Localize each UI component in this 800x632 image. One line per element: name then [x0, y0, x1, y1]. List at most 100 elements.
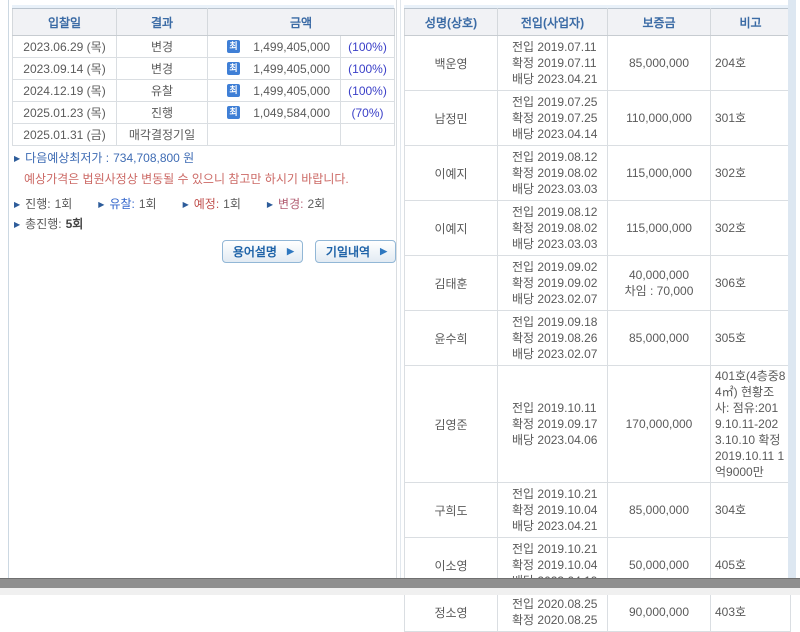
tenant-dates-cell: 전입 2019.08.12확정 2019.08.02배당 2023.03.03: [498, 146, 608, 201]
tenant-date-line: 확정 2020.08.25: [512, 612, 607, 628]
bid-result-cell: 유찰: [117, 80, 208, 102]
highest-bid-badge-icon: 최: [227, 62, 240, 75]
next-min-price-line: ▶다음예상최저가 :734,708,800 원: [14, 149, 194, 166]
bullet-icon: ▶: [98, 200, 104, 209]
tenant-deposit-line: 115,000,000: [608, 220, 710, 236]
tenant-table-row: 김영준전입 2019.10.11확정 2019.09.17배당 2023.04.…: [405, 366, 791, 483]
tenant-deposit-line: 85,000,000: [608, 502, 710, 518]
tenant-deposit-cell: 170,000,000: [608, 366, 711, 483]
highest-bid-badge-icon: 최: [227, 84, 240, 97]
bid-amount-wrap: 최1,499,405,000: [208, 62, 340, 76]
arrow-icon: ▶: [380, 246, 387, 257]
schedule-history-button[interactable]: 기일내역▶: [315, 240, 396, 263]
bid-pct-cell: (100%): [341, 58, 395, 80]
tenant-deposit-cell: 110,000,000: [608, 91, 711, 146]
bid-amount-wrap: 최1,499,405,000: [208, 40, 340, 54]
tenant-note-header: 비고: [711, 9, 791, 36]
tenant-date-line: 배당 2023.02.07: [512, 346, 607, 362]
tenant-movein-header: 전입(사업자): [498, 9, 608, 36]
highest-bid-badge-icon: 최: [227, 40, 240, 53]
bullet-icon: ▶: [14, 220, 20, 229]
tenant-table-row: 정소영전입 2020.08.25확정 2020.08.2590,000,0004…: [405, 593, 791, 632]
tenant-deposit-line: 115,000,000: [608, 165, 710, 181]
tenant-deposit-line: 85,000,000: [608, 55, 710, 71]
bid-table-body: 2023.06.29 (목)변경최1,499,405,000(100%)2023…: [13, 36, 395, 146]
bid-amount-cell: 최1,499,405,000: [208, 58, 341, 80]
bid-amount-cell: 최1,499,405,000: [208, 80, 341, 102]
frame-divider-left: [396, 0, 397, 578]
tenant-date-line: 확정 2019.09.02: [512, 275, 607, 291]
tenant-table-row: 이예지전입 2019.08.12확정 2019.08.02배당 2023.03.…: [405, 146, 791, 201]
vertical-scrollbar-track[interactable]: [788, 0, 796, 578]
arrow-icon: ▶: [287, 246, 294, 257]
tenant-name-cell: 윤수희: [405, 311, 498, 366]
bullet-icon: ▶: [267, 200, 273, 209]
tenant-note-cell: 403호: [711, 593, 791, 632]
tenant-dates-cell: 전입 2019.07.11확정 2019.07.11배당 2023.04.21: [498, 36, 608, 91]
tenant-dates-cell: 전입 2020.08.25확정 2020.08.25: [498, 593, 608, 632]
tenant-name-cell: 구희도: [405, 483, 498, 538]
tenant-date-line: 배당 2023.04.14: [512, 126, 607, 142]
next-min-price-label: 다음예상최저가 :: [25, 151, 109, 165]
bid-pct-cell: [341, 124, 395, 146]
glossary-button[interactable]: 용어설명▶: [222, 240, 303, 263]
bid-amount-wrap: 최1,499,405,000: [208, 84, 340, 98]
tenant-date-line: 확정 2019.07.11: [512, 55, 607, 71]
bid-table-row: 2025.01.23 (목)진행최1,049,584,000(70%): [13, 102, 395, 124]
tenant-date-line: 확정 2019.08.26: [512, 330, 607, 346]
tenant-dates-cell: 전입 2019.10.11확정 2019.09.17배당 2023.04.06: [498, 366, 608, 483]
tenant-deposit-line: 85,000,000: [608, 330, 710, 346]
bid-table-row: 2023.06.29 (목)변경최1,499,405,000(100%): [13, 36, 395, 58]
bid-date-header: 입찰일: [13, 9, 117, 36]
tenant-table-header-row: 성명(상호) 전입(사업자) 보증금 비고: [405, 9, 791, 36]
bid-amount-cell: 최1,049,584,000: [208, 102, 341, 124]
tenant-note-cell: 302호: [711, 146, 791, 201]
tenant-dates-cell: 전입 2019.07.25확정 2019.07.25배당 2023.04.14: [498, 91, 608, 146]
tenant-date-line: 배당 2023.04.21: [512, 518, 607, 534]
tenant-date-line: 전입 2019.08.12: [512, 204, 607, 220]
tenant-table-row: 남정민전입 2019.07.25확정 2019.07.25배당 2023.04.…: [405, 91, 791, 146]
tenant-deposit-cell: 115,000,000: [608, 201, 711, 256]
tenant-deposit-line: 110,000,000: [608, 110, 710, 126]
tenant-deposit-cell: 85,000,000: [608, 36, 711, 91]
tenant-name-cell: 이예지: [405, 146, 498, 201]
tenant-deposit-header: 보증금: [608, 9, 711, 36]
tenant-date-line: 배당 2023.03.03: [512, 236, 607, 252]
bid-result-cell: 변경: [117, 36, 208, 58]
bid-result-cell: 변경: [117, 58, 208, 80]
tenant-note-cell: 304호: [711, 483, 791, 538]
bid-pct-cell: (70%): [341, 102, 395, 124]
tenant-table-row: 김태훈전입 2019.09.02확정 2019.09.02배당 2023.02.…: [405, 256, 791, 311]
bullet-icon: ▶: [183, 200, 189, 209]
bid-table-row: 2023.09.14 (목)변경최1,499,405,000(100%): [13, 58, 395, 80]
bid-amount-value: 1,499,405,000: [240, 62, 330, 76]
tenant-date-line: 배당 2023.02.07: [512, 291, 607, 307]
stat-planned: ▶예정:1회: [183, 195, 241, 212]
bid-pct-cell: (100%): [341, 80, 395, 102]
bid-result-cell: 진행: [117, 102, 208, 124]
price-warning-text: 예상가격은 법원사정상 변동될 수 있으니 참고만 하시기 바랍니다.: [24, 170, 349, 187]
next-min-price-value: 734,708,800 원: [113, 151, 194, 165]
tenant-date-line: 전입 2019.08.12: [512, 149, 607, 165]
tenant-date-line: 확정 2019.08.02: [512, 220, 607, 236]
tenant-note-cell: 204호: [711, 36, 791, 91]
tenant-note-cell: 401호(4층중84㎡) 현황조사: 점유:2019.10.11-2023.10…: [711, 366, 791, 483]
tenant-table: 성명(상호) 전입(사업자) 보증금 비고 백운영전입 2019.07.11확정…: [404, 8, 791, 632]
tenant-deposit-line: 90,000,000: [608, 604, 710, 620]
tenant-dates-cell: 전입 2019.08.12확정 2019.08.02배당 2023.03.03: [498, 201, 608, 256]
tenant-date-line: 배당 2023.04.06: [512, 432, 607, 448]
tenant-deposit-cell: 85,000,000: [608, 483, 711, 538]
tenant-deposit-line: 50,000,000: [608, 557, 710, 573]
tenant-name-cell: 정소영: [405, 593, 498, 632]
tenant-name-cell: 남정민: [405, 91, 498, 146]
bid-table-row: 2024.12.19 (목)유찰최1,499,405,000(100%): [13, 80, 395, 102]
tenant-table-body: 백운영전입 2019.07.11확정 2019.07.11배당 2023.04.…: [405, 36, 791, 632]
tenant-note-cell: 302호: [711, 201, 791, 256]
tenant-date-line: 확정 2019.08.02: [512, 165, 607, 181]
horizontal-scrollbar-thumb[interactable]: [0, 578, 800, 588]
tenant-deposit-cell: 40,000,000차임 : 70,000: [608, 256, 711, 311]
tenant-date-line: 전입 2019.09.18: [512, 314, 607, 330]
bid-table-row: 2025.01.31 (금)매각결정기일: [13, 124, 395, 146]
bid-date-cell: 2024.12.19 (목): [13, 80, 117, 102]
tenant-table-row: 백운영전입 2019.07.11확정 2019.07.11배당 2023.04.…: [405, 36, 791, 91]
